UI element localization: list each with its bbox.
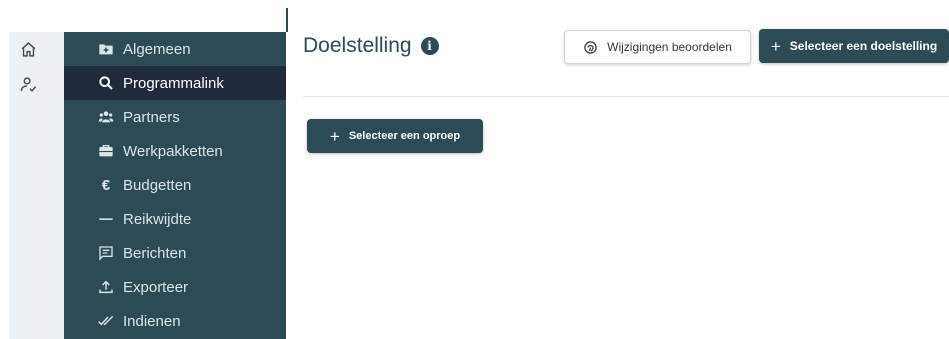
top-divider bbox=[286, 8, 288, 32]
info-icon[interactable]: i bbox=[420, 37, 439, 55]
sidebar-item-label: Programmalink bbox=[123, 74, 224, 92]
folder-plus-icon bbox=[98, 41, 114, 57]
rail-user-button[interactable] bbox=[9, 70, 64, 98]
double-check-icon bbox=[98, 313, 114, 329]
sidebar-item-label: Berichten bbox=[123, 244, 187, 262]
sidebar-item-label: Algemeen bbox=[123, 40, 191, 58]
home-icon bbox=[21, 41, 36, 57]
sidebar-item-werkpakketten[interactable]: Werkpakketten bbox=[64, 134, 286, 168]
icon-rail bbox=[9, 32, 64, 339]
search-icon bbox=[98, 75, 114, 91]
upload-icon bbox=[98, 279, 114, 295]
header-divider bbox=[303, 96, 949, 97]
select-call-button[interactable]: + Selecteer een oproep bbox=[307, 119, 483, 153]
plus-icon: + bbox=[329, 126, 340, 146]
sidebar-item-budgetten[interactable]: € Budgetten bbox=[64, 168, 286, 202]
briefcase-icon bbox=[98, 143, 114, 159]
dash-icon bbox=[98, 211, 114, 227]
sidebar-item-label: Partners bbox=[123, 108, 180, 126]
sidebar-item-label: Budgetten bbox=[123, 176, 192, 194]
user-check-icon bbox=[20, 76, 37, 92]
fingerprint-icon bbox=[584, 40, 597, 54]
sidebar-item-indienen[interactable]: Indienen bbox=[64, 304, 286, 338]
message-icon bbox=[98, 245, 114, 261]
page-title: Doelstelling i bbox=[303, 34, 439, 58]
sidebar-item-partners[interactable]: Partners bbox=[64, 100, 286, 134]
sidebar-item-label: Werkpakketten bbox=[123, 142, 223, 160]
select-goal-label: Selecteer een doelstelling bbox=[789, 39, 938, 53]
euro-icon: € bbox=[101, 176, 111, 194]
sidebar-item-berichten[interactable]: Berichten bbox=[64, 236, 286, 270]
select-goal-button[interactable]: + Selecteer een doelstelling bbox=[759, 29, 949, 63]
users-icon bbox=[98, 109, 114, 125]
sidebar-item-exporteer[interactable]: Exporteer bbox=[64, 270, 286, 304]
rail-home-button[interactable] bbox=[9, 35, 64, 63]
sidebar-item-label: Indienen bbox=[123, 312, 181, 330]
sidebar-item-label: Exporteer bbox=[123, 278, 189, 296]
sidebar: Algemeen Programmalink Partners Werkpakk… bbox=[64, 32, 286, 339]
review-changes-label: Wijzigingen beoordelen bbox=[607, 40, 732, 54]
sidebar-item-algemeen[interactable]: Algemeen bbox=[64, 32, 286, 66]
select-call-label: Selecteer een oproep bbox=[348, 130, 461, 142]
sidebar-item-label: Reikwijdte bbox=[123, 210, 192, 228]
page-title-text: Doelstelling bbox=[303, 34, 412, 57]
sidebar-item-reikwijdte[interactable]: Reikwijdte bbox=[64, 202, 286, 236]
sidebar-item-programmalink[interactable]: Programmalink bbox=[64, 66, 286, 100]
plus-icon: + bbox=[770, 36, 781, 56]
review-changes-button[interactable]: Wijzigingen beoordelen bbox=[564, 30, 751, 64]
